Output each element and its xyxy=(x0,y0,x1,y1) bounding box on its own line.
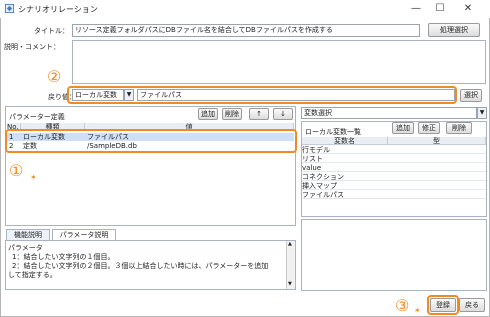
list-item[interactable]: リスト xyxy=(302,155,486,163)
maximize-button[interactable]: ☐ xyxy=(428,2,452,16)
tab-function-description[interactable]: 機能説明 xyxy=(6,229,50,240)
scroll-up-icon[interactable]: ▲ xyxy=(288,241,292,247)
scroll-down-icon[interactable]: ▼ xyxy=(288,281,292,287)
callout-highlight-1 xyxy=(5,129,297,153)
local-variable-title: ローカル変数一覧 xyxy=(305,128,361,136)
sparkle-icon: ✶ xyxy=(30,173,37,182)
chevron-down-icon[interactable]: ▼ xyxy=(477,107,487,119)
title-label: タイトル： xyxy=(34,27,69,35)
description-label: 説明・コメント： xyxy=(4,43,60,51)
variable-select[interactable]: 変数選択 xyxy=(301,107,477,119)
help-line: して指定する。 xyxy=(8,271,57,279)
callout-highlight-2 xyxy=(67,86,457,104)
var-col-name: 変数名 xyxy=(302,137,388,145)
tab-parameter-description[interactable]: パラメータ説明 xyxy=(52,229,116,240)
var-edit-button[interactable]: 修正 xyxy=(418,122,440,134)
return-select-button[interactable]: 選択 xyxy=(460,89,482,102)
var-list: 行モデル リスト value コネクション 挿入マップ ファイルパス xyxy=(302,146,486,202)
callout-2: ② xyxy=(47,67,62,86)
back-button[interactable]: 戻る xyxy=(459,298,485,312)
title-bar: シナリオリレーション — ☐ ✕ xyxy=(0,0,490,18)
list-item[interactable]: 行モデル xyxy=(302,146,486,154)
param-up-button[interactable]: ↑ xyxy=(249,108,269,120)
window-title: シナリオリレーション xyxy=(18,5,98,14)
list-item[interactable]: ファイルパス xyxy=(302,191,486,199)
minimize-button[interactable]: — xyxy=(404,2,428,16)
var-delete-button[interactable]: 削除 xyxy=(446,122,472,134)
parameter-panel-title: パラメーター定義 xyxy=(9,113,65,121)
title-input[interactable]: リソース定義フォルダパスにDBファイル名を結合してDBファイルパスを作成する xyxy=(72,24,420,37)
param-down-button[interactable]: ↓ xyxy=(273,108,293,120)
callout-highlight-3 xyxy=(427,295,459,315)
list-item[interactable]: コネクション xyxy=(302,173,486,181)
app-icon xyxy=(5,4,14,13)
param-delete-button[interactable]: 削除 xyxy=(222,108,242,120)
param-add-button[interactable]: 追加 xyxy=(198,108,218,120)
close-button[interactable]: ✕ xyxy=(456,2,480,16)
var-col-type: 型 xyxy=(388,137,486,145)
callout-3: ③ xyxy=(395,296,410,315)
sparkle-icon: ✶ xyxy=(414,306,421,315)
help-scrollbar[interactable]: ▲ ▼ xyxy=(286,241,295,289)
description-textarea[interactable] xyxy=(72,40,486,84)
var-add-button[interactable]: 追加 xyxy=(392,122,414,134)
callout-1: ① xyxy=(9,161,24,180)
variable-detail-panel xyxy=(301,219,487,291)
list-item[interactable]: 挿入マップ xyxy=(302,182,486,190)
list-item[interactable]: value xyxy=(302,164,486,172)
template-select-button[interactable]: 処理選択 xyxy=(428,23,480,37)
